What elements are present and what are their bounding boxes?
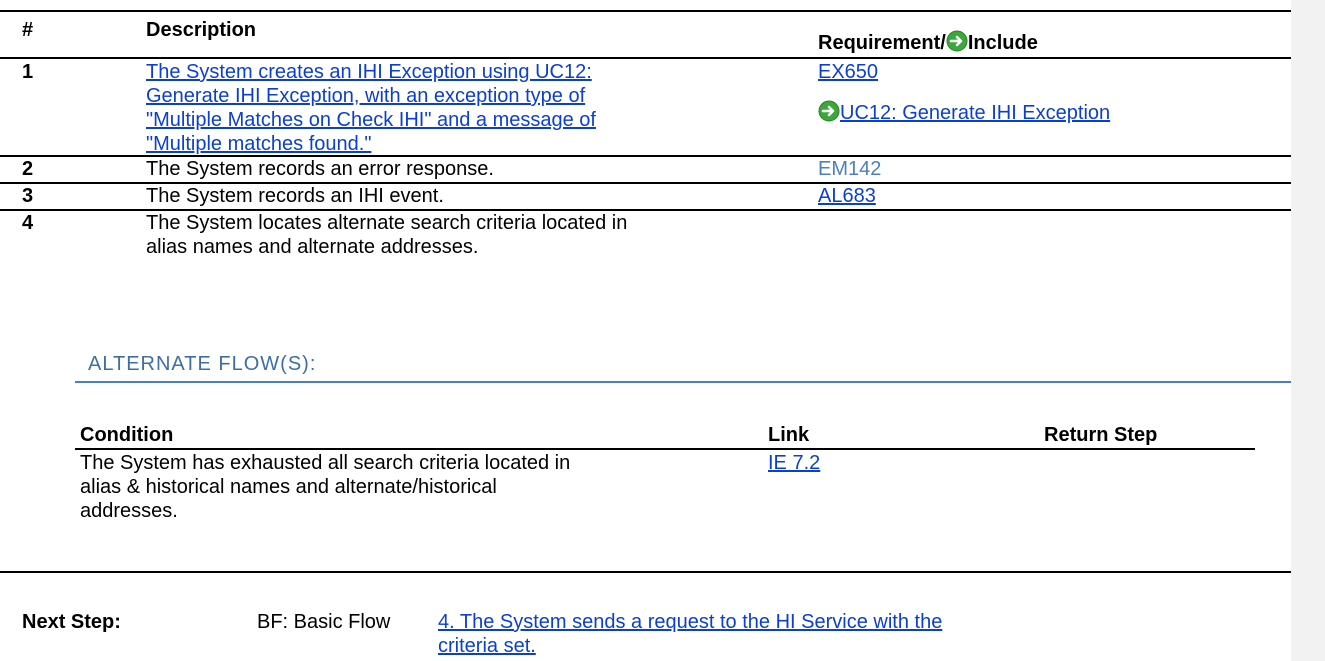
col-header-num: # bbox=[22, 19, 34, 41]
row-description-link[interactable]: The System creates an IHI Exception usin… bbox=[146, 60, 596, 156]
condition-line: The System has exhausted all search crit… bbox=[80, 452, 571, 474]
description-line: The System locates alternate search crit… bbox=[146, 212, 628, 234]
alt-header-rule bbox=[75, 448, 1255, 450]
col-header-link: Link bbox=[768, 424, 810, 446]
row-description: The System locates alternate search crit… bbox=[146, 211, 627, 259]
next-step-top-rule bbox=[0, 571, 1291, 573]
row-number: 1 bbox=[22, 61, 34, 83]
next-step-link-line: criteria set. bbox=[438, 635, 536, 657]
description-line: "Multiple matches found." bbox=[146, 133, 372, 155]
next-step-link-line: 4. The System sends a request to the HI … bbox=[438, 611, 943, 633]
next-step-link[interactable]: 4. The System sends a request to the HI … bbox=[438, 610, 942, 658]
description-line: The System creates an IHI Exception usin… bbox=[146, 61, 592, 83]
col-header-condition: Condition bbox=[80, 424, 174, 446]
alternate-flows-heading: ALTERNATE FLOW(S): bbox=[88, 353, 317, 375]
row-number: 3 bbox=[22, 185, 34, 207]
requirement-ref-em142: EM142 bbox=[818, 158, 882, 180]
description-line: Generate IHI Exception, with an exceptio… bbox=[146, 85, 586, 107]
alternate-flows-heading-rule bbox=[75, 381, 1291, 383]
requirement-link-ex650[interactable]: EX650 bbox=[818, 60, 878, 84]
condition-line: alias & historical names and alternate/h… bbox=[80, 476, 497, 498]
next-step-flow: BF: Basic Flow bbox=[257, 611, 391, 633]
include-entry: UC12: Generate IHI Exception bbox=[818, 100, 1110, 125]
green-circle-arrow-icon bbox=[946, 30, 968, 52]
next-step-label: Next Step: bbox=[22, 611, 121, 633]
col-header-return-step: Return Step bbox=[1044, 424, 1158, 446]
requirement-link-al683[interactable]: AL683 bbox=[818, 184, 876, 208]
row-description: The System records an IHI event. bbox=[146, 185, 444, 207]
description-line: "Multiple Matches on Check IHI" and a me… bbox=[146, 109, 596, 131]
condition-line: addresses. bbox=[80, 500, 178, 522]
row-number: 4 bbox=[22, 212, 34, 234]
col-header-include-suffix: Include bbox=[967, 32, 1038, 54]
condition-text: The System has exhausted all search crit… bbox=[80, 451, 570, 523]
header-rule bbox=[0, 57, 1291, 59]
right-margin-strip bbox=[1291, 0, 1325, 661]
description-line: alias names and alternate addresses. bbox=[146, 236, 479, 258]
col-header-requirement-prefix: Requirement/ bbox=[818, 32, 946, 54]
row-number: 2 bbox=[22, 158, 34, 180]
row-description: The System records an error response. bbox=[146, 158, 494, 180]
alt-flow-link-ie72[interactable]: IE 7.2 bbox=[768, 451, 820, 475]
include-link-uc12[interactable]: UC12: Generate IHI Exception bbox=[840, 102, 1110, 124]
col-header-description: Description bbox=[146, 19, 257, 41]
col-header-requirement: Requirement/Include bbox=[818, 30, 1038, 55]
green-circle-arrow-icon bbox=[818, 100, 840, 122]
table-top-rule bbox=[0, 10, 1291, 12]
